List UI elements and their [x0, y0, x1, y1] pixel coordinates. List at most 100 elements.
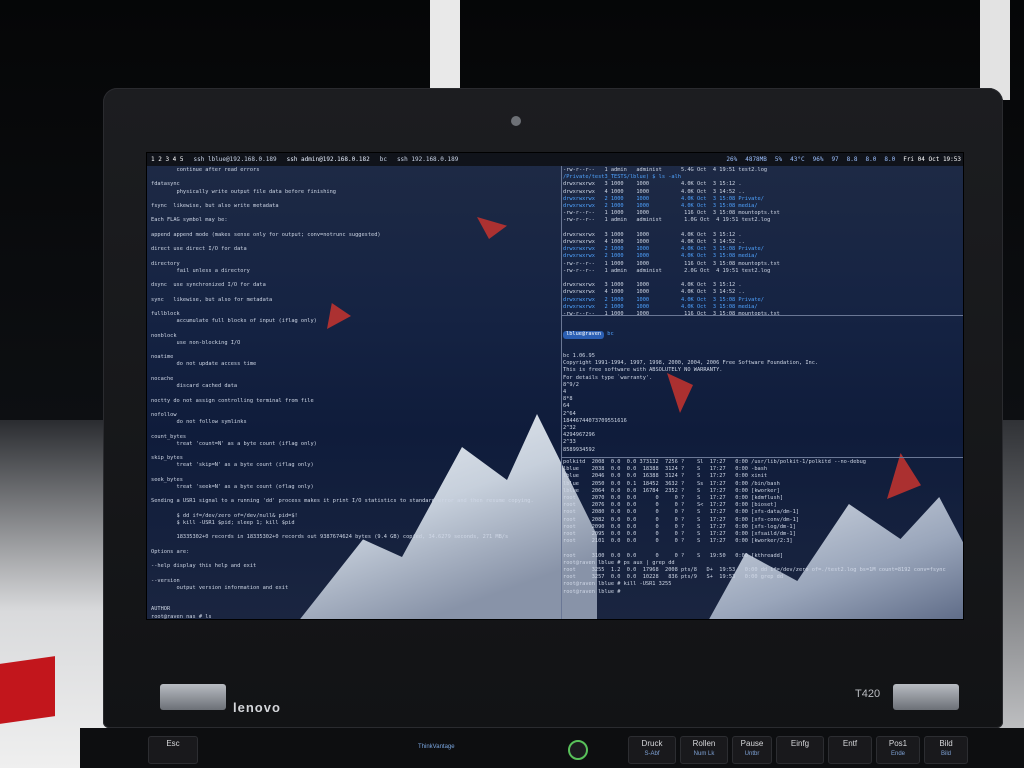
- temperature-status: 43°C: [790, 156, 805, 163]
- terminal-line: For details type `warranty'.: [563, 374, 653, 381]
- brand-logo: lenovo: [233, 700, 281, 715]
- terminal-line: 2^64: [563, 410, 576, 417]
- terminal-line: drwxrwxrwx 4 1000 1000 4.0K Oct 3 14:52 …: [563, 239, 745, 246]
- tab-ssh-lblue[interactable]: ssh lblue@192.168.0.189: [194, 156, 277, 163]
- terminal-line: seek_bytes: [151, 476, 183, 483]
- tab-ssh-admin[interactable]: ssh admin@192.168.0.182: [287, 156, 370, 163]
- prompt-dir: bc: [607, 331, 614, 338]
- key-sublabel: S-Abf: [644, 751, 660, 757]
- pane-divider[interactable]: [562, 457, 963, 458]
- terminal-line: use non-blocking I/O: [151, 339, 241, 346]
- red-object: [0, 656, 55, 724]
- terminal-line: lblue 2046 0.0 0.0 16388 3124 ? S 17:27 …: [563, 473, 768, 480]
- key-label: Pos1: [888, 739, 908, 748]
- cpu-status: 26%: [726, 156, 738, 163]
- terminal-line: 18446744073709551616: [563, 417, 627, 424]
- key-sublabel: Num Lk: [693, 751, 715, 757]
- terminal-line: 18335302+0 records in 18335302+0 records…: [151, 534, 509, 541]
- terminal-line: count_bytes: [151, 433, 187, 440]
- terminal-line: output version information and exit: [151, 584, 289, 591]
- terminal-line: Each FLAG symbol may be:: [151, 217, 228, 224]
- memory-status: 4878MB: [745, 156, 767, 163]
- key-label: Pause: [740, 739, 764, 748]
- terminal-line: 8^9/2: [563, 381, 579, 388]
- terminal-line: --help display this help and exit: [151, 563, 257, 570]
- terminal-pane-left[interactable]: continue after read errors fdatasync phy…: [151, 167, 561, 619]
- load-status-1: 8.8: [846, 156, 858, 163]
- key-druck[interactable]: Druck S-Abf: [628, 736, 676, 764]
- terminal-line: -rw-r--r-- 1 admin administ 5.4G Oct 4 1…: [563, 167, 768, 173]
- terminal-line: drwxrwxrwx 2 1000 1000 4.0K Oct 3 15:08 …: [563, 296, 764, 303]
- terminal-line: physically write output file data before…: [151, 188, 336, 195]
- tab-ssh-189[interactable]: ssh 192.168.0.189: [397, 156, 458, 163]
- terminal-line: drwxrwxrwx 2 1000 1000 4.0K Oct 3 15:08 …: [563, 203, 758, 210]
- terminal-line: AUTHOR: [151, 606, 171, 613]
- battery-status: 96%: [812, 156, 824, 163]
- pane-divider[interactable]: [562, 315, 963, 316]
- key-bild[interactable]: Bild Bild: [924, 736, 968, 764]
- hinge-left: [160, 684, 226, 710]
- workspace-list[interactable]: 1 2 3 4 5: [151, 156, 184, 163]
- terminal-line: accumulate full blocks of input (iflag o…: [151, 318, 317, 325]
- terminal-line: treat 'seek=N' as a byte count (oflag on…: [151, 483, 314, 490]
- terminal-line: bc 1.06.95: [563, 353, 595, 360]
- terminal-line: root 2070 0.0 0.0 0 0 ? S 17:27 0:00 [kd…: [563, 495, 784, 502]
- status-bar: 1 2 3 4 5 ssh lblue@192.168.0.189 ssh ad…: [147, 153, 963, 166]
- screen: 1 2 3 4 5 ssh lblue@192.168.0.189 ssh ad…: [146, 152, 964, 620]
- terminal-line: 4294967296: [563, 432, 595, 439]
- terminal-pane-right-bottom[interactable]: polkitd 2008 0.0 0.0 373132 7256 ? Sl 17…: [563, 459, 963, 619]
- terminal-line: do not follow symlinks: [151, 419, 247, 426]
- terminal-line: treat 'count=N' as a byte count (iflag o…: [151, 440, 317, 447]
- terminal-line: /Private/test3_TESTS/lblue) $ ls -alh: [563, 174, 681, 181]
- power-icon[interactable]: [568, 740, 588, 760]
- webcam-icon: [511, 116, 521, 126]
- terminal-line: treat 'skip=N' as a byte count (iflag on…: [151, 462, 314, 469]
- key-esc[interactable]: Esc: [148, 736, 198, 764]
- key-entf[interactable]: Entf: [828, 736, 872, 764]
- terminal-line: -rw-r--r-- 1 1000 1000 116 Oct 3 15:08 m…: [563, 260, 780, 267]
- terminal-line: directory: [151, 260, 180, 267]
- terminal-line: drwxrwxrwx 2 1000 1000 4.0K Oct 3 15:08 …: [563, 303, 758, 310]
- terminal-pane-right-middle[interactable]: lblue@raven bc bc 1.06.95 Copyright 1991-…: [563, 317, 963, 457]
- volume-status: 97: [831, 156, 839, 163]
- terminal-line: root@raven nas # ls: [151, 613, 212, 619]
- terminal-line: drwxrwxrwx 4 1000 1000 4.0K Oct 3 14:52 …: [563, 289, 745, 296]
- terminal-line: drwxrwxrwx 2 1000 1000 4.0K Oct 3 15:08 …: [563, 246, 764, 253]
- terminal-line: nonblock: [151, 332, 177, 339]
- terminal-line: root 2095 0.0 0.0 0 0 ? S 17:27 0:00 [xf…: [563, 531, 796, 538]
- terminal-line: root@raven lblue #: [563, 588, 621, 595]
- key-sublabel: Bild: [940, 751, 951, 757]
- terminal-line: fullblock: [151, 311, 180, 318]
- terminal-line: Copyright 1991-1994, 1997, 1998, 2000, 2…: [563, 360, 819, 367]
- background-panel-right: [980, 0, 1010, 100]
- tab-bc[interactable]: bc: [380, 156, 387, 163]
- terminal-line: sync likewise, but also for metadata: [151, 296, 273, 303]
- terminal-line: fail unless a directory: [151, 267, 250, 274]
- thinkvantage-button[interactable]: ThinkVantage: [418, 744, 455, 750]
- model-label: T420: [855, 688, 881, 700]
- terminal-line: root@raven lblue # kill -USR1 3255: [563, 581, 672, 588]
- key-einfg[interactable]: Einfg: [776, 736, 824, 764]
- terminal-line: Sending a USR1 signal to a running 'dd' …: [151, 498, 534, 505]
- load-status-3: 8.0: [884, 156, 896, 163]
- key-rollen[interactable]: Rollen Num Lk: [680, 736, 728, 764]
- key-pause[interactable]: Pause Untbr: [732, 736, 772, 764]
- terminal-line: append append mode (makes sense only for…: [151, 231, 381, 238]
- terminal-pane-right-top[interactable]: -rw-r--r-- 1 admin administ 5.4G Oct 4 1…: [563, 167, 963, 315]
- terminal-line: nocache: [151, 375, 174, 382]
- terminal-line: root 3255 1.2 0.0 17968 2008 pts/8 D+ 19…: [563, 567, 946, 574]
- pane-divider[interactable]: [561, 166, 562, 619]
- key-pos1[interactable]: Pos1 Ende: [876, 736, 920, 764]
- terminal-line: --version: [151, 577, 180, 584]
- terminal-line: This is free software with ABSOLUTELY NO…: [563, 367, 723, 374]
